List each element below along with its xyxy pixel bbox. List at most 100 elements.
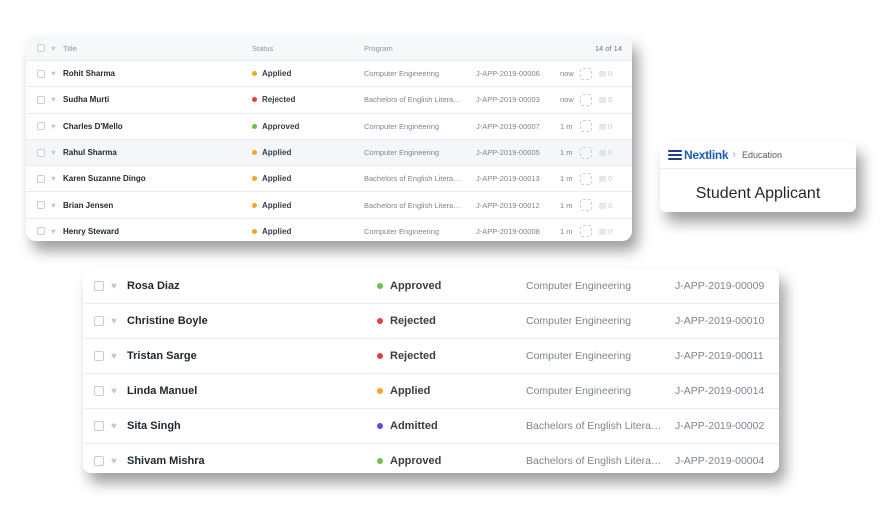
status-indicator: Applied: [377, 385, 526, 397]
status-dot: [252, 123, 257, 129]
column-header-program[interactable]: Program: [364, 44, 476, 53]
status-dot: [252, 150, 257, 156]
list-item[interactable]: ♥ Linda Manuel Applied Computer Engineering…: [83, 374, 779, 409]
list-item[interactable]: ♥ Charles D'Mello Approved Computer Enginee…: [26, 114, 632, 140]
applicant-name[interactable]: Sita Singh: [127, 420, 377, 432]
status-label: Approved: [262, 121, 300, 131]
applicant-name[interactable]: Karen Suzanne Dingo: [63, 174, 252, 183]
list-item[interactable]: ♥ Karen Suzanne Dingo Applied Bachelors of …: [26, 166, 632, 193]
list-item[interactable]: ♥ Rohit Sharma Applied Computer Engineering…: [26, 61, 632, 88]
heart-icon[interactable]: ♥: [111, 281, 127, 292]
program-name: Computer Engineering: [526, 350, 632, 362]
applicant-name[interactable]: Henry Steward: [63, 227, 252, 236]
applicant-name[interactable]: Charles D'Mello: [63, 122, 252, 131]
list-item[interactable]: ♥ Christine Boyle Rejected Computer Enginee…: [83, 304, 779, 339]
status-label: Admitted: [390, 420, 438, 432]
status-dot: [252, 228, 257, 234]
comment-count: ▤ 0: [599, 148, 612, 157]
applicant-name[interactable]: Tristan Sarge: [127, 350, 377, 362]
heart-icon[interactable]: ♥: [51, 95, 63, 104]
program-name: Bachelors of English Litera…: [364, 95, 461, 105]
row-checkbox[interactable]: [37, 148, 45, 157]
column-header-title[interactable]: Title: [63, 44, 252, 53]
program-name: Bachelors of English Litera…: [364, 174, 461, 184]
applicant-name[interactable]: Linda Manuel: [127, 385, 377, 397]
column-header-status[interactable]: Status: [252, 44, 364, 53]
heart-icon[interactable]: ♥: [111, 421, 127, 432]
comment-count-value: 0: [608, 69, 613, 79]
row-checkbox[interactable]: [37, 122, 45, 131]
modified-time: now: [560, 95, 574, 105]
applicant-name[interactable]: Shivam Mishra: [127, 455, 377, 467]
list-item[interactable]: ♥ Tristan Sarge Rejected Computer Engineeri…: [83, 339, 779, 374]
heart-icon[interactable]: ♥: [51, 148, 63, 157]
application-id: J-APP-2019-00004: [675, 455, 765, 467]
row-checkbox[interactable]: [94, 456, 104, 466]
list-item[interactable]: ♥ Shivam Mishra Approved Bachelors of Engli…: [83, 444, 779, 473]
comment-count-value: 0: [608, 200, 613, 210]
heart-icon[interactable]: ♥: [51, 122, 63, 131]
row-checkbox[interactable]: [37, 227, 45, 236]
list-item[interactable]: ♥ Rosa Diaz Approved Computer Engineering J-…: [83, 269, 779, 304]
heart-icon[interactable]: ♥: [51, 69, 63, 78]
comment-count: ▤ 0: [599, 227, 612, 236]
heart-icon[interactable]: ♥: [111, 316, 127, 327]
row-checkbox[interactable]: [94, 421, 104, 431]
status-dot: [252, 97, 257, 103]
list-item[interactable]: ♥ Brian Jensen Applied Bachelors of English…: [26, 192, 632, 219]
heart-icon[interactable]: ♥: [51, 201, 63, 210]
list-item[interactable]: ♥ Sudha Murti Rejected Bachelors of English…: [26, 87, 632, 114]
page-header-card: Nextlink › Education Student Applicant: [660, 142, 856, 212]
status-label: Applied: [262, 200, 292, 210]
row-checkbox[interactable]: [37, 201, 45, 210]
applicant-name[interactable]: Rahul Sharma: [63, 148, 252, 157]
heart-icon[interactable]: ♥: [51, 174, 63, 183]
list-item[interactable]: ♥ Henry Steward Applied Computer Engineerin…: [26, 219, 632, 241]
application-id: J-APP-2019-00002: [675, 420, 765, 432]
status-label: Rejected: [390, 315, 436, 327]
heart-icon[interactable]: ♥: [51, 227, 63, 236]
applicant-name[interactable]: Sudha Murti: [63, 95, 252, 104]
row-checkbox[interactable]: [37, 69, 45, 78]
applicant-name[interactable]: Christine Boyle: [127, 315, 377, 327]
status-dot: [252, 71, 257, 77]
applicant-list-large: ♥ Rosa Diaz Approved Computer Engineering J-…: [83, 269, 779, 473]
heart-icon[interactable]: ♥: [51, 44, 63, 53]
comment-count-value: 0: [608, 226, 613, 236]
list-rows: ♥ Rosa Diaz Approved Computer Engineering J-…: [83, 269, 779, 473]
application-id: J-APP-2019-00007: [476, 121, 540, 131]
row-checkbox[interactable]: [94, 316, 104, 326]
status-dot: [377, 388, 383, 394]
status-label: Applied: [262, 148, 292, 158]
program-name: Bachelors of English Litera…: [364, 200, 461, 210]
row-checkbox[interactable]: [94, 281, 104, 291]
row-checkbox[interactable]: [94, 386, 104, 396]
list-item[interactable]: ♥ Sita Singh Admitted Bachelors of English …: [83, 409, 779, 444]
applicant-name[interactable]: Brian Jensen: [63, 201, 252, 210]
comment-icon: ▤: [599, 69, 609, 79]
heart-icon[interactable]: ♥: [111, 351, 127, 362]
comment-count-value: 0: [608, 148, 613, 158]
breadcrumb-education[interactable]: Education: [742, 150, 782, 160]
status-dot: [252, 202, 257, 208]
heart-icon[interactable]: ♥: [111, 386, 127, 397]
application-id: J-APP-2019-00012: [476, 200, 540, 210]
list-item[interactable]: ♥ Rahul Sharma Applied Computer Engineering…: [26, 139, 632, 167]
application-id: J-APP-2019-00003: [476, 95, 540, 105]
heart-icon[interactable]: ♥: [111, 456, 127, 467]
comment-icon: ▤: [599, 121, 609, 131]
row-checkbox[interactable]: [94, 351, 104, 361]
status-indicator: Rejected: [377, 315, 526, 327]
nextlink-logo[interactable]: Nextlink: [668, 148, 729, 162]
row-checkbox[interactable]: [37, 174, 45, 183]
modified-time: 1 m: [560, 121, 573, 131]
select-all-checkbox[interactable]: [37, 44, 45, 52]
applicant-name[interactable]: Rohit Sharma: [63, 69, 252, 78]
row-checkbox[interactable]: [37, 95, 45, 104]
program-name: Bachelors of English Litera…: [526, 420, 662, 432]
modified-time: 1 m: [560, 200, 573, 210]
comment-icon: ▤: [599, 148, 609, 158]
avatar: [580, 120, 592, 133]
comment-count-value: 0: [608, 174, 613, 184]
applicant-name[interactable]: Rosa Diaz: [127, 280, 377, 292]
